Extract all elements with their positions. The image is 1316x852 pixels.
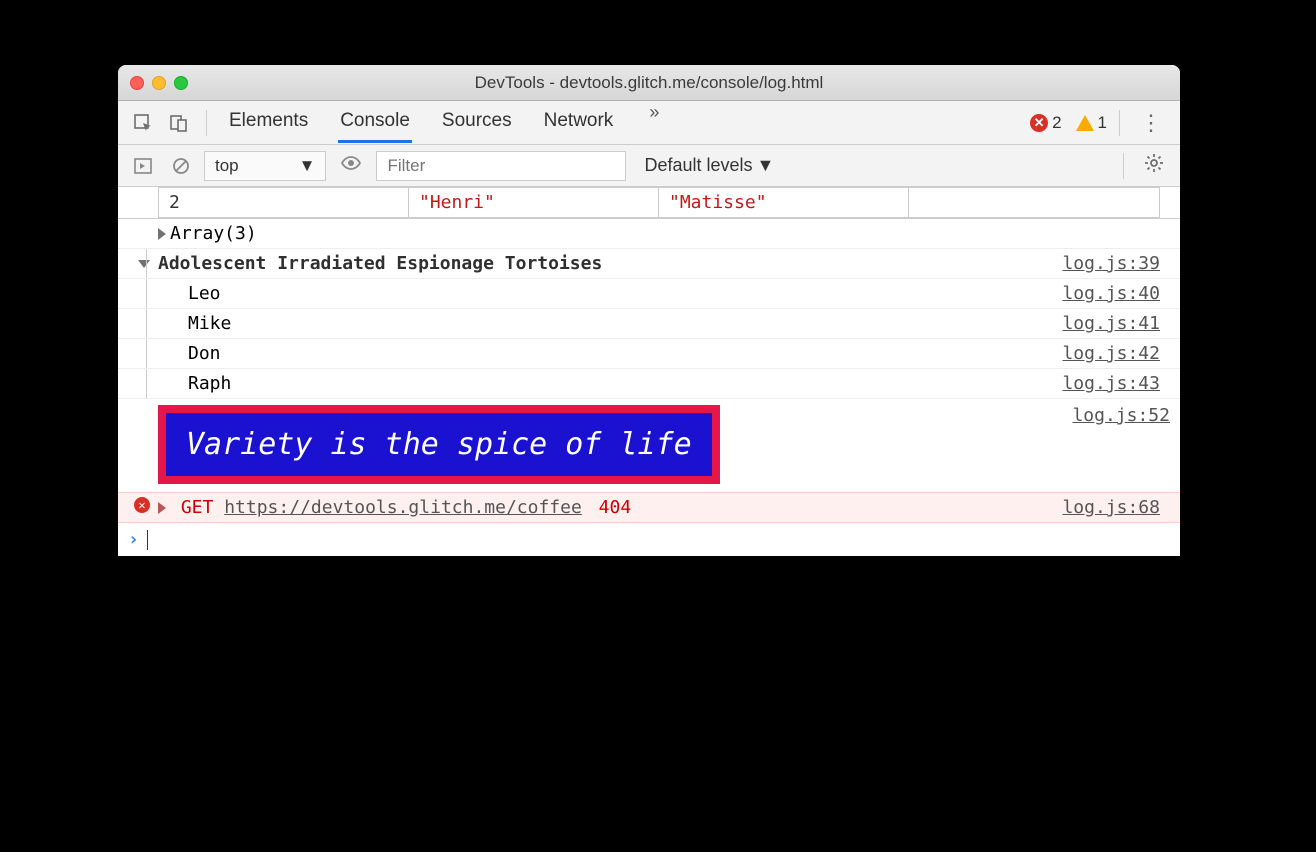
live-expression-icon[interactable] (334, 154, 368, 177)
group-item-row: Mike log.js:41 (118, 309, 1180, 339)
execution-context-select[interactable]: top ▼ (204, 151, 326, 181)
window-title: DevTools - devtools.glitch.me/console/lo… (118, 73, 1180, 93)
source-link[interactable]: log.js:42 (1062, 343, 1170, 364)
tab-network[interactable]: Network (542, 102, 616, 143)
group-item-text: Don (158, 343, 1062, 364)
group-title: Adolescent Irradiated Espionage Tortoise… (158, 253, 1062, 274)
error-icon: ✕ (134, 497, 150, 513)
tab-overflow[interactable]: » (643, 102, 665, 143)
prompt-chevron-icon: › (128, 529, 139, 550)
group-item-row: Leo log.js:40 (118, 279, 1180, 309)
source-link[interactable]: log.js:41 (1062, 313, 1170, 334)
source-link[interactable]: log.js:68 (1062, 497, 1170, 518)
levels-label: Default levels (644, 155, 752, 176)
source-link[interactable]: log.js:43 (1062, 373, 1170, 394)
chevron-down-icon: ▼ (757, 155, 775, 176)
group-item-text: Leo (158, 283, 1062, 304)
settings-icon[interactable] (1138, 153, 1170, 179)
devtools-window: DevTools - devtools.glitch.me/console/lo… (118, 65, 1180, 556)
tab-sources[interactable]: Sources (440, 102, 514, 143)
warning-count: 1 (1098, 113, 1107, 133)
divider (206, 110, 207, 136)
http-method: GET (181, 497, 214, 518)
filter-input[interactable] (376, 151, 626, 181)
warning-icon (1076, 115, 1094, 131)
source-link[interactable]: log.js:39 (1062, 253, 1170, 274)
main-tabbar: Elements Console Sources Network » ✕ 2 1… (118, 101, 1180, 145)
expand-icon[interactable] (158, 502, 166, 514)
minimize-button[interactable] (152, 76, 166, 90)
styled-message: Variety is the spice of life (158, 405, 720, 484)
tab-elements[interactable]: Elements (227, 102, 310, 143)
first-name-cell: "Henri" (409, 188, 659, 218)
group-item-text: Mike (158, 313, 1062, 334)
warning-count-badge[interactable]: 1 (1076, 113, 1107, 133)
group-item-row: Don log.js:42 (118, 339, 1180, 369)
styled-log-row: Variety is the spice of life log.js:52 (118, 399, 1180, 492)
error-icon: ✕ (1030, 114, 1048, 132)
array-summary-row[interactable]: Array(3) (118, 219, 1180, 249)
more-options-icon[interactable]: ⋮ (1132, 110, 1170, 136)
status-code: 404 (599, 497, 632, 518)
text-cursor (147, 530, 148, 550)
device-toolbar-icon[interactable] (164, 108, 194, 138)
error-url[interactable]: https://devtools.glitch.me/coffee (224, 497, 582, 518)
group-header-row[interactable]: Adolescent Irradiated Espionage Tortoise… (118, 249, 1180, 279)
log-levels-select[interactable]: Default levels ▼ (644, 155, 774, 176)
toggle-sidebar-icon[interactable] (128, 151, 158, 181)
source-link[interactable]: log.js:40 (1062, 283, 1170, 304)
zoom-button[interactable] (174, 76, 188, 90)
chevron-down-icon: ▼ (299, 156, 316, 176)
titlebar: DevTools - devtools.glitch.me/console/lo… (118, 65, 1180, 101)
group-item-text: Raph (158, 373, 1062, 394)
array-label: Array(3) (170, 223, 257, 244)
console-output: 2 "Henri" "Matisse" Array(3) Adolescent … (118, 187, 1180, 556)
error-count: 2 (1052, 113, 1061, 133)
group-item-row: Raph log.js:43 (118, 369, 1180, 399)
tab-console[interactable]: Console (338, 102, 412, 143)
console-prompt[interactable]: › (118, 523, 1180, 556)
inspect-element-icon[interactable] (128, 108, 158, 138)
traffic-lights (130, 76, 188, 90)
index-cell: 2 (159, 188, 409, 218)
divider (1123, 153, 1124, 179)
console-table-row: 2 "Henri" "Matisse" (118, 187, 1180, 219)
context-value: top (215, 156, 239, 176)
divider (1119, 110, 1120, 136)
logged-table: 2 "Henri" "Matisse" (158, 187, 1160, 218)
error-log-row[interactable]: ✕ GET https://devtools.glitch.me/coffee … (118, 492, 1180, 523)
clear-console-icon[interactable] (166, 151, 196, 181)
source-link[interactable]: log.js:52 (1072, 405, 1180, 426)
error-count-badge[interactable]: ✕ 2 (1030, 113, 1061, 133)
close-button[interactable] (130, 76, 144, 90)
expand-icon[interactable] (158, 228, 166, 240)
table-row[interactable]: 2 "Henri" "Matisse" (159, 188, 1160, 218)
last-name-cell: "Matisse" (659, 188, 909, 218)
empty-cell (909, 188, 1160, 218)
console-toolbar: top ▼ Default levels ▼ (118, 145, 1180, 187)
panel-tabs: Elements Console Sources Network » (227, 102, 665, 143)
collapse-icon[interactable] (138, 260, 150, 268)
